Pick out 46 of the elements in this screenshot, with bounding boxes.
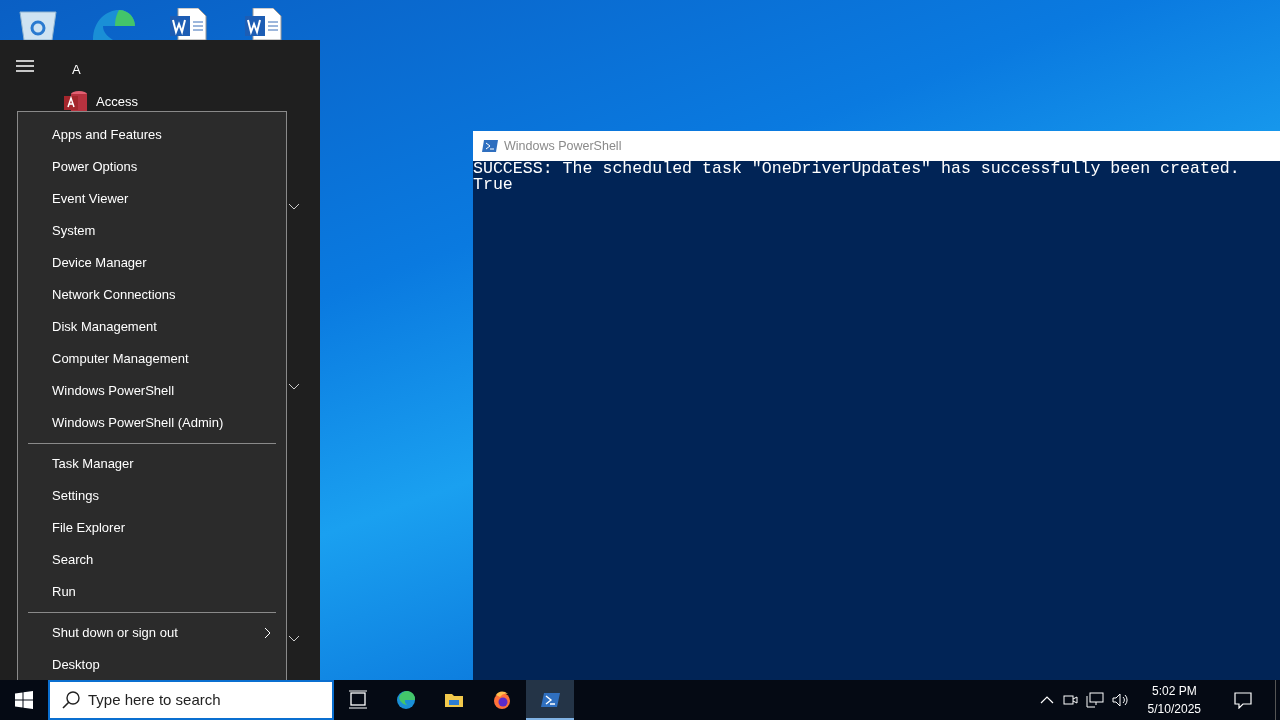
menu-item[interactable]: Windows PowerShell [28,375,276,407]
menu-item[interactable]: Event Viewer [28,183,276,215]
group-letter[interactable]: A [72,60,81,80]
menu-item[interactable]: Search [28,544,276,576]
menu-item[interactable]: Run [28,576,276,608]
menu-item[interactable]: Network Connections [28,279,276,311]
menu-item[interactable]: File Explorer [28,512,276,544]
access-icon [64,90,88,114]
taskbar-app[interactable] [526,680,574,720]
chevron-up-icon[interactable] [1039,696,1054,704]
menu-item[interactable]: System [28,215,276,247]
menu-item[interactable]: Device Manager [28,247,276,279]
clock[interactable]: 5:02 PM 5/10/2025 [1137,682,1211,718]
search-field[interactable]: Type here to search [48,680,334,720]
menu-item[interactable]: Settings [28,480,276,512]
document-icon[interactable] [167,8,208,40]
chevron-icon[interactable] [288,383,300,391]
menu-item[interactable]: Shut down or sign out [28,617,276,649]
volume-icon[interactable] [1111,692,1130,708]
menu-item[interactable]: Windows PowerShell (Admin) [28,407,276,439]
network-icon[interactable] [1085,692,1104,708]
menu-item[interactable]: Computer Management [28,343,276,375]
edge-browser-icon [396,690,416,710]
window-title: Windows PowerShell [504,137,622,155]
menu-item[interactable]: Power Options [28,151,276,183]
menu-item[interactable]: Task Manager [28,448,276,480]
menu-item[interactable]: Apps and Features [28,119,276,151]
powershell-icon [482,140,498,152]
menu-item[interactable]: Disk Management [28,311,276,343]
menu-icon[interactable] [16,60,34,72]
chat-bubble-icon [1234,691,1252,709]
chevron-icon[interactable] [288,203,300,211]
chevron-icon[interactable] [288,635,300,643]
console-line: SUCCESS: The scheduled task "OneDriverUpdates" has successfully been created. [473,161,1241,177]
clock-date: 5/10/2025 [1147,701,1201,718]
firefox-icon [492,690,512,710]
app-item[interactable]: Access [64,90,138,114]
powershell-icon [540,690,560,710]
document-icon[interactable] [242,8,283,40]
chevron-right-icon [264,627,272,639]
clock-time: 5:02 PM [1151,683,1197,700]
camera-icon[interactable] [1061,692,1078,708]
task-view-icon [348,690,368,710]
console-line: True [473,177,514,193]
windows-logo-icon [15,691,33,709]
menu-item[interactable]: Desktop [28,649,276,681]
